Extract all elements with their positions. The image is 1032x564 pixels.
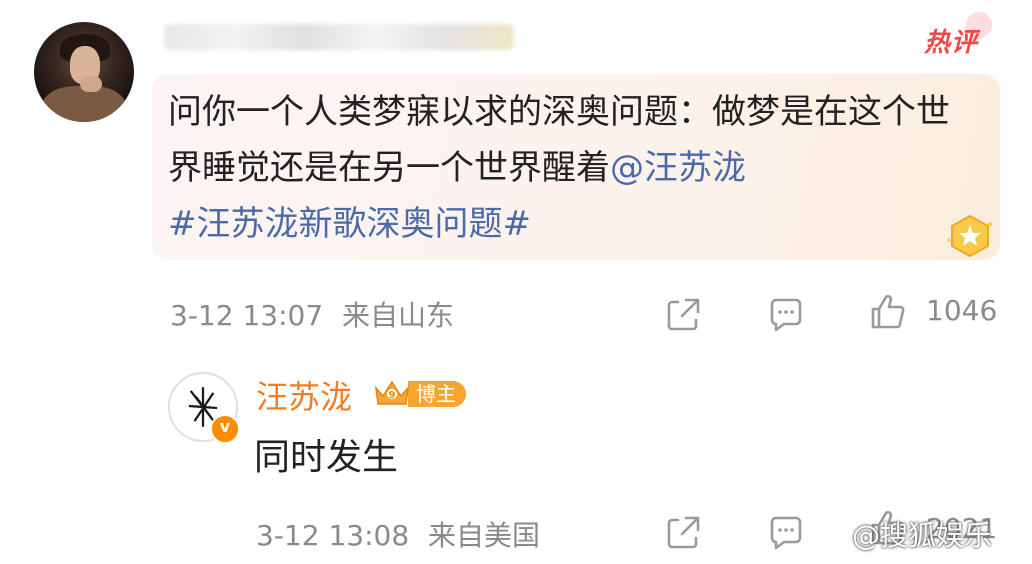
crown-icon: 9 xyxy=(374,380,410,405)
mention-link[interactable]: @汪苏泷 xyxy=(610,148,746,188)
comment-icon[interactable] xyxy=(766,512,806,552)
share-icon[interactable] xyxy=(664,512,704,552)
reply-meta: 3-12 13:08 来自美国 xyxy=(256,514,540,554)
comment-text: 问你一个人类梦寐以求的深奥问题：做梦是在这个世界睡觉还是在另一个世界醒着@汪苏泷… xyxy=(168,84,980,252)
comment-like-count: 1046 xyxy=(926,294,998,327)
thumbs-up-icon[interactable] xyxy=(868,292,908,332)
vip-level: 9 xyxy=(389,390,396,401)
verified-badge: v xyxy=(210,414,240,444)
star-badge-icon xyxy=(947,214,992,258)
commenter-avatar[interactable] xyxy=(34,22,134,122)
commenter-name-blurred[interactable] xyxy=(164,24,514,50)
comment-meta: 3-12 13:07 来自山东 xyxy=(170,294,454,334)
replier-name[interactable]: 汪苏泷 xyxy=(256,372,352,418)
vip-badge[interactable]: 9 博主 xyxy=(372,378,466,410)
comment-location: 来自山东 xyxy=(342,299,455,332)
watermark: @搜狐娱乐 xyxy=(852,519,993,552)
hashtag-link[interactable]: #汪苏泷新歌深奥问题# xyxy=(168,204,531,244)
hot-comment-badge: 热评 xyxy=(924,22,978,59)
share-icon[interactable] xyxy=(664,294,704,334)
comment-icon[interactable] xyxy=(766,294,806,334)
reply-timestamp: 3-12 13:08 xyxy=(256,519,410,552)
comment-body: 问你一个人类梦寐以求的深奥问题：做梦是在这个世界睡觉还是在另一个世界醒着 xyxy=(168,92,950,188)
comment-timestamp: 3-12 13:07 xyxy=(170,299,324,332)
reply-text: 同时发生 xyxy=(254,437,399,478)
reply-location: 来自美国 xyxy=(428,519,541,552)
role-badge: 博主 xyxy=(408,381,466,407)
